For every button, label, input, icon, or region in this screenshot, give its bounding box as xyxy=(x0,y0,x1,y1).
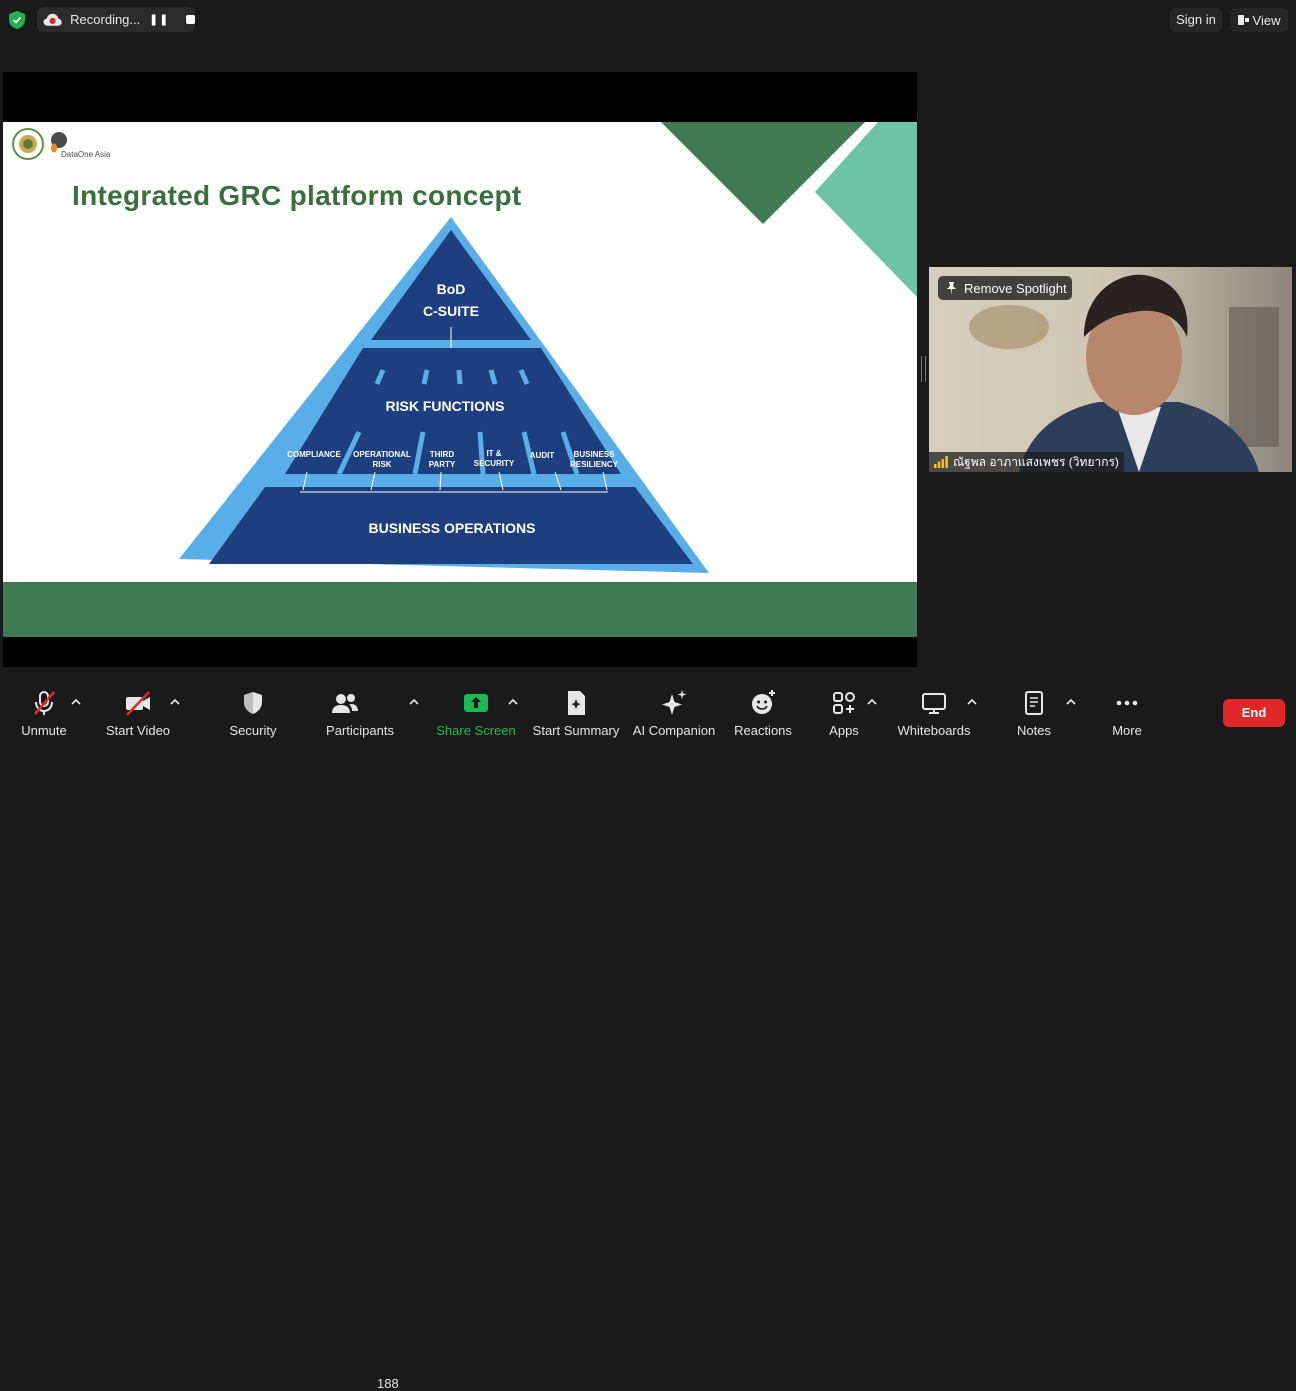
whiteboards-button[interactable]: Whiteboards xyxy=(894,680,974,742)
summary-document-icon xyxy=(568,691,585,715)
security-label: Security xyxy=(229,723,277,738)
audio-options-caret-icon[interactable] xyxy=(71,698,81,706)
participant-name: ณัฐพล อาภาแสงเพชร (วิทยากร) xyxy=(953,454,1119,469)
function-operational: OPERATIONAL xyxy=(353,450,411,459)
apps-label: Apps xyxy=(829,723,859,738)
view-layout-icon xyxy=(1237,15,1249,25)
participants-label: Participants xyxy=(326,723,394,738)
security-button[interactable]: Security xyxy=(223,680,283,742)
whiteboards-label: Whiteboards xyxy=(897,723,971,738)
reactions-button[interactable]: Reactions xyxy=(732,680,794,742)
function-party: PARTY xyxy=(429,460,456,469)
end-meeting-button[interactable]: End xyxy=(1223,699,1285,727)
recording-label: Recording... xyxy=(70,12,141,27)
pyramid-label-risk-functions: RISK FUNCTIONS xyxy=(386,398,505,414)
stop-recording-icon[interactable] xyxy=(186,15,195,24)
start-video-label: Start Video xyxy=(105,723,171,738)
view-button[interactable]: View xyxy=(1230,8,1288,32)
remove-spotlight-button[interactable]: Remove Spotlight xyxy=(938,276,1072,300)
start-video-button[interactable]: Start Video xyxy=(100,680,176,742)
pyramid-label-csuite: C-SUITE xyxy=(423,303,479,319)
unmute-button[interactable]: Unmute xyxy=(14,680,74,742)
apps-button[interactable]: Apps xyxy=(822,680,866,742)
recording-indicator[interactable]: Recording... ❚❚ xyxy=(37,7,195,32)
apps-grid-icon xyxy=(833,692,855,714)
notes-icon xyxy=(1025,691,1043,715)
apps-options-caret-icon[interactable] xyxy=(867,698,877,706)
security-shield-icon[interactable] xyxy=(9,11,25,29)
share-screen-label: Share Screen xyxy=(436,723,516,738)
reactions-label: Reactions xyxy=(734,723,792,738)
pause-recording-icon[interactable]: ❚❚ xyxy=(149,13,169,26)
pyramid-label-bod: BoD xyxy=(437,281,466,297)
whiteboards-options-caret-icon[interactable] xyxy=(967,698,977,706)
participants-button[interactable]: Participants xyxy=(322,680,398,742)
notes-button[interactable]: Notes xyxy=(1012,680,1056,742)
presentation-slide: BoD C-SUITE RISK FUNCTIONS COMPLIANCE OP… xyxy=(3,122,917,637)
microphone-muted-icon xyxy=(34,691,55,715)
meeting-toolbar: Unmute Start Video Security Participants… xyxy=(0,680,1296,1391)
unmute-label: Unmute xyxy=(21,723,67,738)
sign-in-button[interactable]: Sign in xyxy=(1170,8,1222,32)
share-screen-button[interactable]: Share Screen xyxy=(436,680,516,742)
share-screen-arrow-icon xyxy=(464,694,488,712)
share-options-caret-icon[interactable] xyxy=(508,698,518,706)
more-label: More xyxy=(1112,723,1142,738)
cloud-recording-icon xyxy=(43,13,62,26)
spotlight-video-tile[interactable]: Remove Spotlight ณัฐพล อาภาแสงเพชร (วิทย… xyxy=(929,267,1292,472)
ai-sparkle-icon xyxy=(662,690,687,715)
start-summary-button[interactable]: Start Summary xyxy=(532,680,620,742)
logo-text: DataOne Asia xyxy=(61,150,111,159)
notes-label: Notes xyxy=(1017,723,1051,738)
more-dots-icon xyxy=(1116,700,1138,706)
signal-strength-icon xyxy=(934,456,948,468)
participants-icon xyxy=(332,694,358,713)
participant-name-tag: ณัฐพล อาภาแสงเพชร (วิทยากร) xyxy=(929,452,1124,472)
panel-resize-handle[interactable] xyxy=(921,356,926,382)
function-security: SECURITY xyxy=(474,459,515,468)
function-business: BUSINESS xyxy=(574,450,616,459)
participants-count: 188 xyxy=(377,1376,399,1391)
pyramid-label-business-operations: BUSINESS OPERATIONS xyxy=(369,520,536,536)
slide-title: Integrated GRC platform concept xyxy=(72,180,522,211)
top-bar: Recording... ❚❚ Sign in View xyxy=(0,0,1296,40)
slide-footer-band xyxy=(3,582,917,637)
video-camera-off-icon xyxy=(126,691,150,716)
function-resiliency: RESILIENCY xyxy=(570,460,619,469)
notes-options-caret-icon[interactable] xyxy=(1066,698,1076,706)
pin-icon xyxy=(947,281,956,295)
more-button[interactable]: More xyxy=(1104,680,1150,742)
start-summary-label: Start Summary xyxy=(532,723,620,738)
participants-options-caret-icon[interactable] xyxy=(409,698,419,706)
ai-companion-label: AI Companion xyxy=(632,723,716,738)
whiteboard-icon xyxy=(922,693,946,714)
function-audit: AUDIT xyxy=(530,451,555,460)
remove-spotlight-label: Remove Spotlight xyxy=(964,280,1067,296)
function-risk: RISK xyxy=(372,460,391,469)
function-compliance: COMPLIANCE xyxy=(287,450,341,459)
ai-companion-button[interactable]: AI Companion xyxy=(632,680,716,742)
function-third: THIRD xyxy=(430,450,455,459)
reaction-smiley-icon xyxy=(752,690,775,714)
view-label: View xyxy=(1252,12,1281,28)
function-it: IT & xyxy=(486,449,501,458)
shield-icon xyxy=(244,692,262,714)
video-options-caret-icon[interactable] xyxy=(170,698,180,706)
